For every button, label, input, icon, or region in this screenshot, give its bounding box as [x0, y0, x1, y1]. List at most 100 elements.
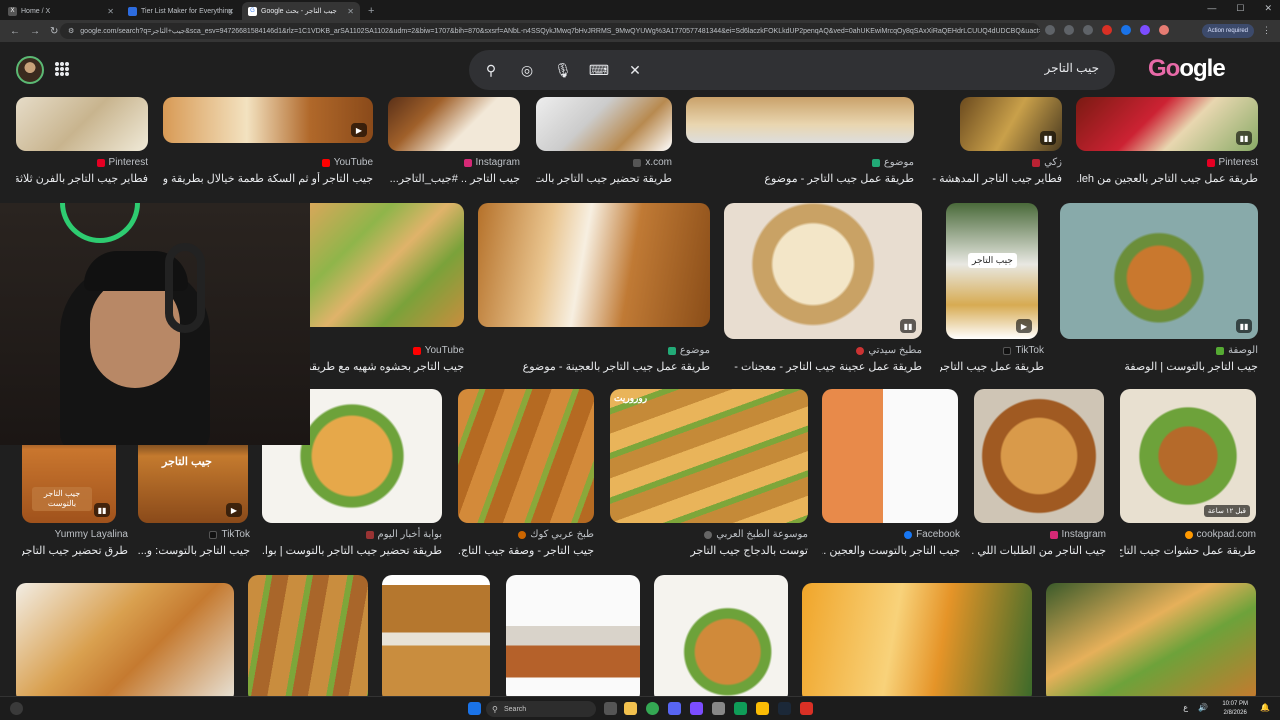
- tab-home-x[interactable]: X Home / X ✕: [2, 2, 120, 20]
- result-source[interactable]: الوصفة: [1216, 345, 1258, 356]
- result-title[interactable]: جيب التاجر أو ثم السكة طعمة خيالال بطريق…: [163, 172, 373, 185]
- image-result[interactable]: ▮▮ الوصفة جيب التاجر بالتوست | الوصفة: [1060, 203, 1258, 375]
- extension-icon[interactable]: [1121, 25, 1131, 35]
- result-thumbnail[interactable]: [822, 389, 958, 523]
- apps-grid-icon[interactable]: [55, 62, 69, 76]
- keyboard-icon[interactable]: ⌨: [589, 60, 609, 80]
- result-title[interactable]: فطاير جيب التاجر المدهشة - ...: [930, 172, 1062, 185]
- result-thumbnail[interactable]: ▮▮: [960, 97, 1062, 151]
- google-logo[interactable]: Google: [1148, 55, 1226, 83]
- result-thumbnail[interactable]: [458, 389, 594, 523]
- result-title[interactable]: جيب التاجر بالتوست والعجين ...: [822, 544, 960, 557]
- result-thumbnail[interactable]: [802, 583, 1032, 696]
- result-thumbnail[interactable]: روروريت: [610, 389, 808, 523]
- app-icon[interactable]: [756, 702, 769, 715]
- chrome-icon[interactable]: [646, 702, 659, 715]
- result-title[interactable]: طريقة عمل جيب التاجر...: [940, 360, 1044, 373]
- close-icon[interactable]: ✕: [107, 7, 114, 16]
- image-result[interactable]: روروريت موسوعة الطبخ العربي توست بالدجاج…: [610, 389, 808, 561]
- result-title[interactable]: جيب التاجر - وصفة جيب التاج...: [458, 544, 594, 557]
- result-thumbnail[interactable]: ▮▮: [724, 203, 922, 339]
- zoom-icon[interactable]: [1064, 25, 1074, 35]
- result-thumbnail[interactable]: [1046, 583, 1256, 696]
- result-source[interactable]: زكي: [1032, 157, 1062, 168]
- image-result[interactable]: ▶ YouTube جيب التاجر أو ثم السكة طعمة خي…: [163, 97, 373, 187]
- result-source[interactable]: طبخ عربي كوك: [518, 529, 594, 540]
- result-source[interactable]: x.com: [633, 157, 672, 168]
- result-title[interactable]: جيب التاجر بالتوست | الوصفة: [1124, 360, 1258, 373]
- result-thumbnail[interactable]: ▮▮: [1060, 203, 1258, 339]
- result-source[interactable]: Instagram: [463, 157, 520, 168]
- result-title[interactable]: فطاير جيب التاجر بالفرن ثلاثة...: [16, 172, 148, 185]
- file-explorer-icon[interactable]: [624, 702, 637, 715]
- result-source[interactable]: TikTok: [209, 529, 250, 540]
- profile-icon[interactable]: [1159, 25, 1169, 35]
- image-result[interactable]: ▮▮ زكي فطاير جيب التاجر المدهشة - ...: [930, 97, 1062, 187]
- steam-icon[interactable]: [778, 702, 791, 715]
- result-thumbnail[interactable]: [310, 203, 464, 327]
- result-thumbnail[interactable]: [974, 389, 1104, 523]
- image-result[interactable]: ▮▮ Pinterest طريقة عمل جيب التاجر بالعجي…: [1076, 97, 1258, 187]
- image-result[interactable]: موضوع طريقة عمل جيب التاجر - موضوع: [686, 97, 914, 187]
- maximize-icon[interactable]: ☐: [1236, 3, 1244, 14]
- url-field[interactable]: ⚙ google.com/search?q=جيب+التاجر&sca_esv…: [60, 23, 1040, 39]
- action-required-button[interactable]: Action required: [1201, 24, 1254, 38]
- image-result[interactable]: x.com طريقة تحضير جيب التاجر بالت...: [536, 97, 672, 187]
- result-thumbnail[interactable]: [506, 575, 640, 696]
- result-source[interactable]: موضوع: [871, 157, 914, 168]
- result-thumbnail[interactable]: [16, 97, 148, 151]
- image-result[interactable]: Pinterest فطاير جيب التاجر بالفرن ثلاثة.…: [16, 97, 148, 187]
- result-source[interactable]: موسوعة الطبخ العربي: [704, 529, 808, 540]
- translate-icon[interactable]: [1045, 25, 1055, 35]
- extension-icon[interactable]: [1102, 25, 1112, 35]
- result-title[interactable]: طريقة عمل جيب التاجر - موضوع: [764, 172, 914, 185]
- result-source[interactable]: YouTube: [321, 157, 373, 168]
- app-icon[interactable]: [712, 702, 725, 715]
- clock[interactable]: 10:07 PM 2/8/2026: [1222, 700, 1248, 718]
- result-thumbnail[interactable]: [382, 575, 490, 696]
- search-box[interactable]: ⚲ ◎ 🎙 ⌨ ✕ جيب التاجر: [469, 50, 1115, 90]
- result-title[interactable]: طريقة عمل جيب التاجر بالعجين من leh...: [1076, 172, 1258, 185]
- app-icon[interactable]: [800, 702, 813, 715]
- clear-icon[interactable]: ✕: [625, 60, 645, 80]
- result-thumbnail[interactable]: قبل ١٢ ساعة: [1120, 389, 1256, 523]
- result-source[interactable]: Pinterest: [1206, 157, 1258, 168]
- app-icon[interactable]: [734, 702, 747, 715]
- result-source[interactable]: مطبخ سيدتي: [856, 345, 922, 356]
- notification-icon[interactable]: 🔔: [1260, 703, 1270, 712]
- site-info-icon[interactable]: ⚙: [68, 27, 74, 35]
- result-title[interactable]: جيب التاجر .. #جيب_التاجر...: [390, 172, 520, 185]
- lens-icon[interactable]: ◎: [517, 60, 537, 80]
- back-icon[interactable]: ←: [10, 26, 20, 37]
- microphone-icon[interactable]: 🎙: [553, 60, 573, 80]
- app-icon[interactable]: [690, 702, 703, 715]
- image-result[interactable]: ▮▮ مطبخ سيدتي طريقة عمل عجينة جيب التاجر…: [724, 203, 922, 375]
- result-thumbnail[interactable]: ▮▮: [1076, 97, 1258, 151]
- search-input[interactable]: جيب التاجر: [1045, 61, 1099, 75]
- result-thumbnail[interactable]: [16, 583, 234, 696]
- close-icon[interactable]: ✕: [227, 7, 234, 16]
- avatar[interactable]: [16, 56, 44, 84]
- result-thumbnail[interactable]: ▶: [163, 97, 373, 143]
- image-result[interactable]: طبخ عربي كوك جيب التاجر - وصفة جيب التاج…: [458, 389, 594, 561]
- result-title[interactable]: طريقة عمل عجينة جيب التاجر - معجنات -: [734, 360, 922, 373]
- start-icon[interactable]: [468, 702, 481, 715]
- result-title[interactable]: طريقة عمل جيب التاجر بالعجينة - موضوع: [523, 360, 710, 373]
- result-title[interactable]: جيب التاجر من الطلبات اللي ...: [972, 544, 1106, 557]
- result-title[interactable]: جيب التاجر بالتوست: و...: [138, 544, 250, 557]
- image-result[interactable]: موضوع طريقة عمل جيب التاجر بالعجينة - مو…: [478, 203, 710, 375]
- close-window-icon[interactable]: ✕: [1264, 3, 1272, 14]
- reload-icon[interactable]: ↻: [50, 26, 58, 37]
- result-thumbnail[interactable]: [388, 97, 520, 151]
- taskbar-search[interactable]: ⚲ Search: [486, 701, 596, 717]
- result-source[interactable]: بوابة أخبار اليوم: [365, 529, 442, 540]
- result-title[interactable]: توست بالدجاج جيب التاجر: [690, 544, 808, 557]
- result-title[interactable]: طرق تحضير جيب التاجر: [22, 544, 128, 557]
- minimize-icon[interactable]: —: [1207, 3, 1216, 14]
- discord-icon[interactable]: [668, 702, 681, 715]
- image-result[interactable]: YouTube جيب التاجر بحشوه شهيه مع طريقة ع…: [310, 203, 464, 375]
- new-tab-icon[interactable]: +: [368, 5, 374, 17]
- bookmark-star-icon[interactable]: [1083, 25, 1093, 35]
- more-menu-icon[interactable]: ⋮: [1262, 25, 1271, 36]
- image-result[interactable]: Instagram جيب التاجر .. #جيب_التاجر...: [388, 97, 520, 187]
